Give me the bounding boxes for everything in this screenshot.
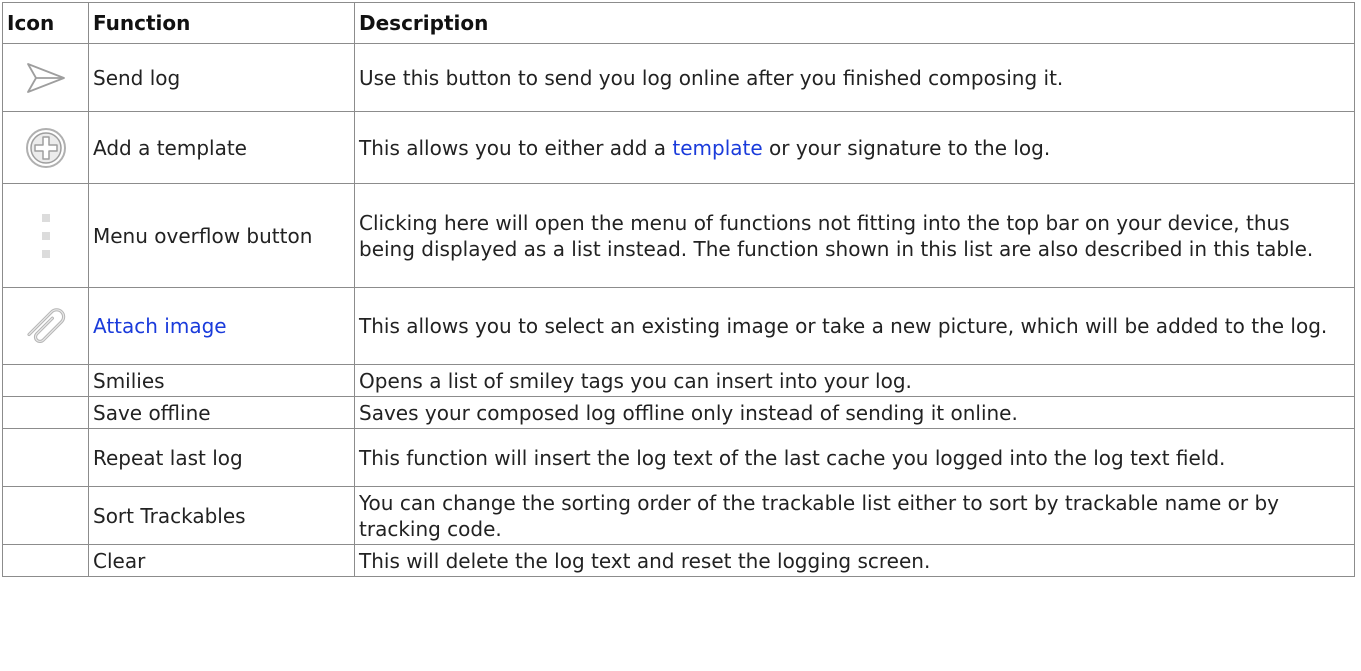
header-description: Description xyxy=(354,2,1355,44)
table-row: Menu overflow button Clicking here will … xyxy=(2,183,1355,288)
header-function: Function xyxy=(88,2,355,44)
table-row: Repeat last log This function will inser… xyxy=(2,428,1355,487)
icon-cell xyxy=(2,183,89,288)
send-icon xyxy=(26,62,65,93)
icon-cell xyxy=(2,486,89,545)
description-cell: This allows you to select an existing im… xyxy=(354,287,1355,365)
function-cell: Clear xyxy=(88,544,355,577)
function-cell: Attach image xyxy=(88,287,355,365)
table-row: Clear This will delete the log text and … xyxy=(2,544,1355,577)
attach-image-link[interactable]: Attach image xyxy=(93,314,227,338)
table-row: Smilies Opens a list of smiley tags you … xyxy=(2,364,1355,397)
function-cell: Sort Trackables xyxy=(88,486,355,545)
overflow-menu-icon xyxy=(41,213,50,258)
icon-cell xyxy=(2,43,89,112)
function-cell: Send log xyxy=(88,43,355,112)
header-icon: Icon xyxy=(2,2,89,44)
function-cell: Add a template xyxy=(88,111,355,184)
icon-cell xyxy=(2,287,89,365)
description-cell: You can change the sorting order of the … xyxy=(354,486,1355,545)
function-cell: Repeat last log xyxy=(88,428,355,487)
table-row: Sort Trackables You can change the sorti… xyxy=(2,486,1355,545)
function-cell: Menu overflow button xyxy=(88,183,355,288)
table-row: Attach image This allows you to select a… xyxy=(2,287,1355,365)
description-text: or your signature to the log. xyxy=(762,135,1051,160)
icon-cell xyxy=(2,396,89,429)
function-cell: Save offline xyxy=(88,396,355,429)
functions-table: Icon Function Description Send log Use t… xyxy=(2,2,1355,577)
description-cell: This allows you to either add a template… xyxy=(354,111,1355,184)
description-cell: This function will insert the log text o… xyxy=(354,428,1355,487)
description-cell: Use this button to send you log online a… xyxy=(354,43,1355,112)
icon-cell xyxy=(2,364,89,397)
description-cell: Opens a list of smiley tags you can inse… xyxy=(354,364,1355,397)
table-row: Save offline Saves your composed log off… xyxy=(2,396,1355,429)
function-cell: Smilies xyxy=(88,364,355,397)
icon-cell xyxy=(2,544,89,577)
add-circle-icon xyxy=(25,127,66,168)
description-cell: This will delete the log text and reset … xyxy=(354,544,1355,577)
table-row: Send log Use this button to send you log… xyxy=(2,43,1355,112)
table-row: Add a template This allows you to either… xyxy=(2,111,1355,184)
template-link[interactable]: template xyxy=(672,136,762,160)
icon-cell xyxy=(2,428,89,487)
paperclip-icon xyxy=(26,308,65,344)
table-header-row: Icon Function Description xyxy=(2,2,1355,44)
description-cell: Saves your composed log offline only ins… xyxy=(354,396,1355,429)
description-text: This allows you to either add a xyxy=(359,135,673,160)
icon-cell xyxy=(2,111,89,184)
description-cell: Clicking here will open the menu of func… xyxy=(354,183,1355,288)
